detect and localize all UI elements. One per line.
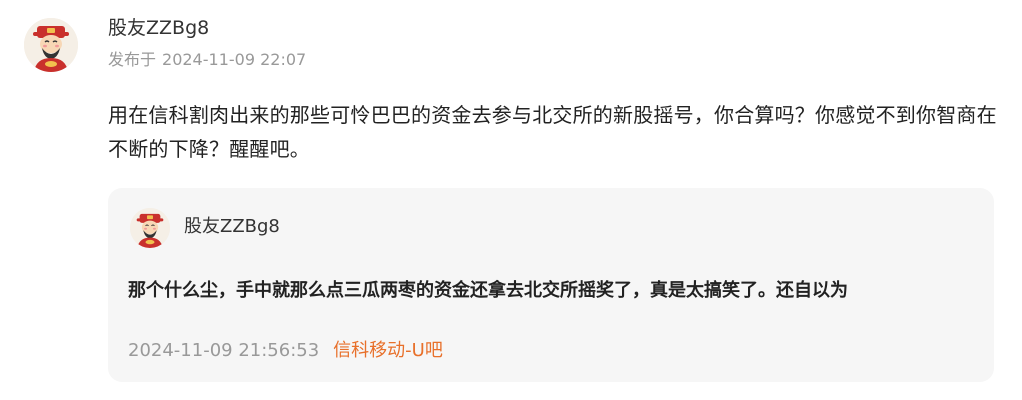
published-time: 2024-11-09 22:07 xyxy=(162,50,307,69)
fortune-god-avatar-icon xyxy=(24,18,78,72)
quoted-time: 2024-11-09 21:56:53 xyxy=(128,340,320,361)
quoted-user-avatar[interactable] xyxy=(130,208,170,248)
quoted-text: 那个什么尘，手中就那么点三瓜两枣的资金还拿去北交所摇奖了，真是太搞笑了。还自以为 xyxy=(128,280,848,301)
published-label: 发布于 xyxy=(108,50,157,69)
quoted-author-name[interactable]: 股友ZZBg8 xyxy=(184,213,280,241)
post-content: 用在信科割肉出来的那些可怜巴巴的资金去参与北交所的新股摇号，你合算吗？你感觉不到… xyxy=(108,103,997,161)
comment-card: 股友ZZBg8 发布于 2024-11-09 22:07 用在信科割肉出来的那些可… xyxy=(0,0,1022,400)
post-meta: 发布于 2024-11-09 22:07 xyxy=(108,48,306,72)
fortune-god-avatar-icon xyxy=(130,208,170,248)
stock-bar-link[interactable]: 信科移动-U吧 xyxy=(333,340,443,361)
user-avatar[interactable] xyxy=(24,18,78,72)
author-name[interactable]: 股友ZZBg8 xyxy=(108,14,209,42)
quoted-comment[interactable]: 股友ZZBg8 那个什么尘，手中就那么点三瓜两枣的资金还拿去北交所摇奖了，真是太… xyxy=(108,188,994,382)
quoted-meta: 2024-11-09 21:56:53 信科移动-U吧 xyxy=(128,338,443,364)
